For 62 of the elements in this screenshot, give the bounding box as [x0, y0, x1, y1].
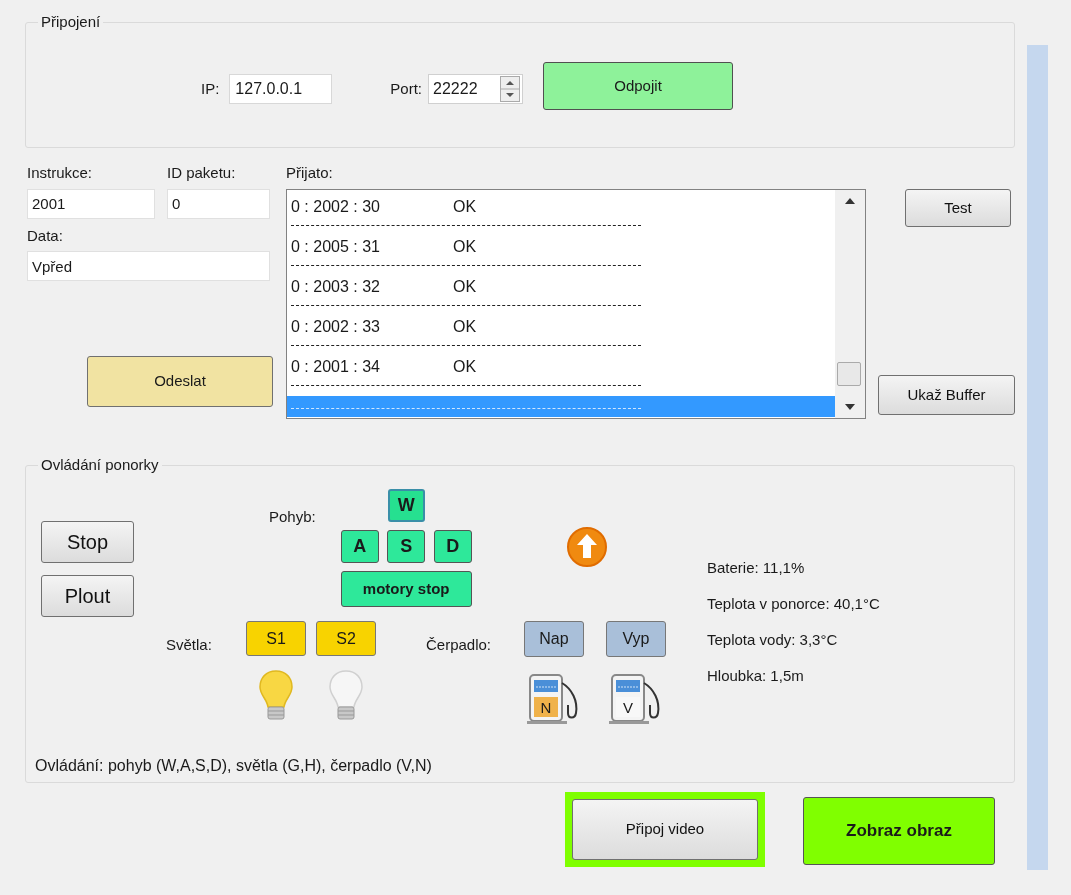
packet-code: 0 : 2005 : 31: [291, 236, 381, 257]
scrollbar[interactable]: [835, 189, 865, 418]
show-buffer-button[interactable]: Ukaž Buffer: [878, 375, 1015, 415]
port-spinner[interactable]: 22222: [428, 74, 524, 104]
packet-code: 0 : 2002 : 33: [291, 316, 381, 337]
action-button[interactable]: Plout: [41, 575, 134, 617]
received-label: Přijato:: [286, 164, 333, 181]
list-row[interactable]: [287, 395, 835, 418]
packet-status: OK: [453, 276, 477, 297]
movement-label: Pohyb:: [269, 507, 316, 526]
pump-button[interactable]: Nap: [524, 621, 584, 657]
ip-label: IP:: [201, 78, 220, 99]
ip-field[interactable]: 127.0.0.1: [229, 74, 333, 104]
packet-id-label: ID paketu:: [167, 163, 236, 183]
data-label: Data:: [27, 225, 64, 246]
status-reading: Baterie: 11,1%: [707, 558, 806, 578]
pump-button[interactable]: Vyp: [606, 621, 666, 657]
status-reading: Hloubka: 1,5m: [707, 666, 805, 686]
received-list[interactable]: 0 : 2002 : 30 OK 0 : 2005 : 31 OK 0 : 2003 : 32 OK 0 : 2002 : 33 OK 0 : 2001 : 34 OK: [286, 188, 866, 419]
light-bulb-icon: [328, 669, 364, 723]
list-row[interactable]: 0 : 2005 : 31 OK: [291, 231, 835, 272]
packet-status: OK: [453, 236, 477, 257]
key-button[interactable]: W: [387, 489, 425, 522]
data-field[interactable]: Vpřed: [27, 251, 270, 281]
scroll-down-icon: [845, 403, 855, 410]
instruction-label: Instrukce:: [27, 163, 94, 183]
list-row[interactable]: 0 : 2002 : 30 OK: [291, 191, 835, 232]
list-row[interactable]: 0 : 2001 : 34 OK: [291, 351, 835, 392]
instruction-field[interactable]: 2001: [27, 188, 155, 219]
status-reading: Teplota v ponorce: 40,1°C: [707, 594, 880, 614]
packet-status: OK: [453, 356, 477, 377]
pump-label: V: [622, 697, 634, 717]
spin-arrows-icon: [500, 76, 521, 102]
port-label: Port:: [390, 78, 423, 99]
lights-label: Světla:: [166, 635, 213, 654]
packet-code: 0 : 2002 : 30: [291, 196, 381, 217]
list-row[interactable]: 0 : 2002 : 33 OK: [291, 311, 835, 352]
packet-id-field[interactable]: 0: [167, 188, 270, 219]
show-image-button[interactable]: Zobraz obraz: [803, 797, 995, 865]
status-reading: Teplota vody: 3,3°C: [707, 630, 839, 650]
pump-section-label: Čerpadlo:: [426, 635, 493, 654]
packet-code: 0 : 2003 : 32: [291, 276, 381, 297]
send-button[interactable]: Odeslat: [87, 356, 273, 407]
packet-status: OK: [453, 316, 477, 337]
test-button[interactable]: Test: [905, 189, 1011, 227]
motor-stop-button[interactable]: motory stop: [340, 571, 472, 607]
packet-code: 0 : 2001 : 34: [291, 356, 381, 377]
scroll-thumb[interactable]: [837, 361, 861, 386]
light-bulb-icon: [258, 669, 294, 723]
disconnect-button[interactable]: Odpojit: [543, 62, 734, 110]
key-button[interactable]: A: [340, 530, 379, 563]
controls-hint: Ovládání: pohyb (W,A,S,D), světla (G,H), čerpadlo (V,N): [35, 756, 433, 776]
key-button[interactable]: D: [433, 530, 472, 563]
list-row[interactable]: 0 : 2003 : 32 OK: [291, 271, 835, 312]
key-button[interactable]: S: [387, 530, 426, 563]
connect-video-button[interactable]: Připoj video: [572, 799, 758, 860]
light-button[interactable]: S1: [246, 621, 306, 656]
scroll-up-icon: [845, 197, 855, 204]
light-button[interactable]: S2: [316, 621, 376, 656]
packet-status: OK: [453, 196, 477, 217]
action-button[interactable]: Stop: [41, 521, 134, 563]
pump-label: N: [539, 697, 553, 717]
